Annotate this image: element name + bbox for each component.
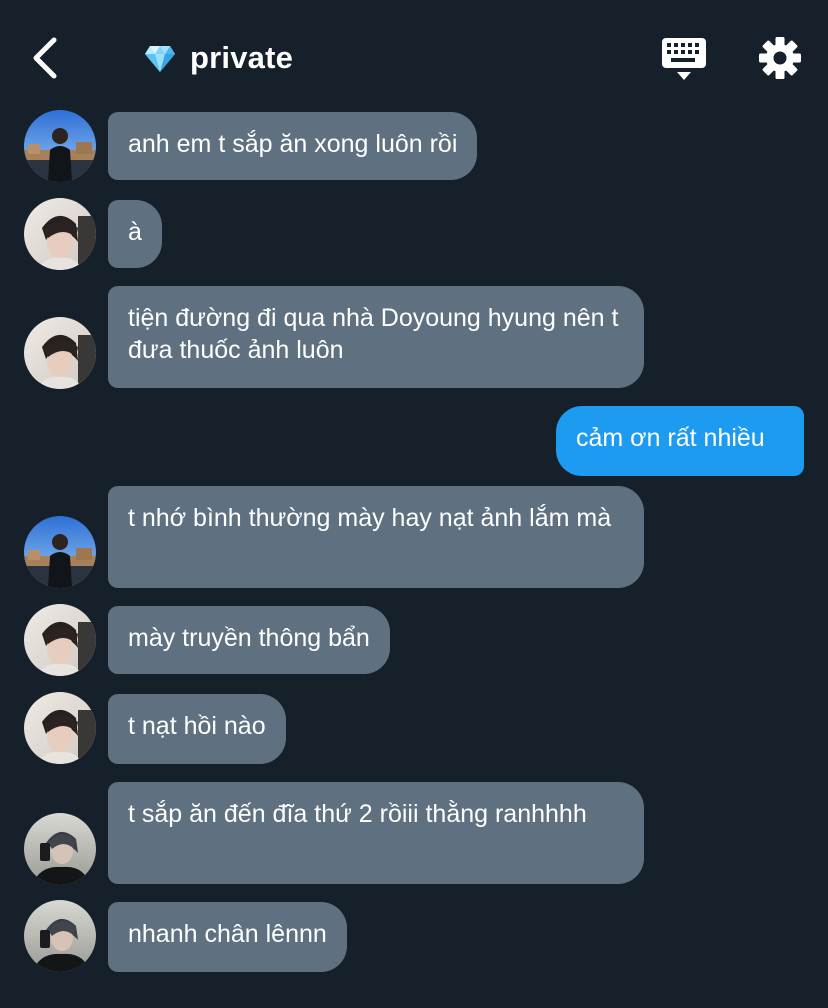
avatar[interactable]	[24, 516, 96, 588]
user-avatar-image	[24, 692, 96, 764]
user-avatar-image	[24, 317, 96, 389]
page-title: private	[190, 40, 294, 75]
message-text: à	[128, 218, 142, 246]
message-bubble-incoming[interactable]: nhanh chân lênnn	[108, 902, 347, 972]
message-text: nhanh chân lênnn	[128, 920, 327, 948]
message-text: cảm ơn rất nhiều	[576, 424, 765, 452]
avatar[interactable]	[24, 813, 96, 885]
avatar[interactable]	[24, 317, 96, 389]
message-text: anh em t sắp ăn xong luôn rồi	[128, 130, 458, 158]
message-bubble-incoming[interactable]: t nạt hồi nào	[108, 694, 286, 764]
avatar[interactable]	[24, 110, 96, 182]
message-bubble-outgoing[interactable]: cảm ơn rất nhiều	[556, 406, 804, 476]
user-avatar-image	[24, 604, 96, 676]
message-text: t sắp ăn đến đĩa thứ 2 rồiii thằng ranhh…	[128, 800, 587, 828]
message-bubble-incoming[interactable]: t sắp ăn đến đĩa thứ 2 rồiii thằng ranhh…	[108, 782, 644, 884]
avatar[interactable]	[24, 692, 96, 764]
message-text: mày truyền thông bẩn	[128, 624, 370, 652]
message-text: t nạt hồi nào	[128, 712, 266, 740]
message-bubble-incoming[interactable]: à	[108, 200, 162, 268]
conversation-title: private	[144, 34, 293, 82]
avatar[interactable]	[24, 198, 96, 270]
gear-icon	[759, 37, 801, 79]
message-bubble-incoming[interactable]: anh em t sắp ăn xong luôn rồi	[108, 112, 478, 180]
avatar[interactable]	[24, 900, 96, 972]
chevron-left-icon	[33, 37, 57, 79]
chat-screen: private anh em t sắp ăn xong luôn rồi à …	[0, 0, 828, 1008]
keyboard-icon	[662, 38, 706, 80]
keyboard-button[interactable]	[660, 36, 708, 82]
settings-button[interactable]	[756, 34, 804, 82]
message-text: t nhớ bình thường mày hay nạt ảnh lắm mà	[128, 504, 612, 532]
message-text: tiện đường đi qua nhà Doyoung hyung nên …	[128, 304, 619, 364]
message-bubble-incoming[interactable]: t nhớ bình thường mày hay nạt ảnh lắm mà	[108, 486, 644, 588]
user-avatar-image	[24, 198, 96, 270]
back-button[interactable]	[22, 30, 70, 86]
message-bubble-incoming[interactable]: mày truyền thông bẩn	[108, 606, 390, 674]
user-avatar-image	[24, 516, 96, 588]
avatar[interactable]	[24, 604, 96, 676]
user-avatar-image	[24, 900, 96, 972]
user-avatar-image	[24, 110, 96, 182]
user-avatar-image	[24, 813, 96, 885]
message-bubble-incoming[interactable]: tiện đường đi qua nhà Doyoung hyung nên …	[108, 286, 644, 388]
chat-header: private	[0, 0, 828, 112]
gem-icon	[145, 46, 175, 72]
